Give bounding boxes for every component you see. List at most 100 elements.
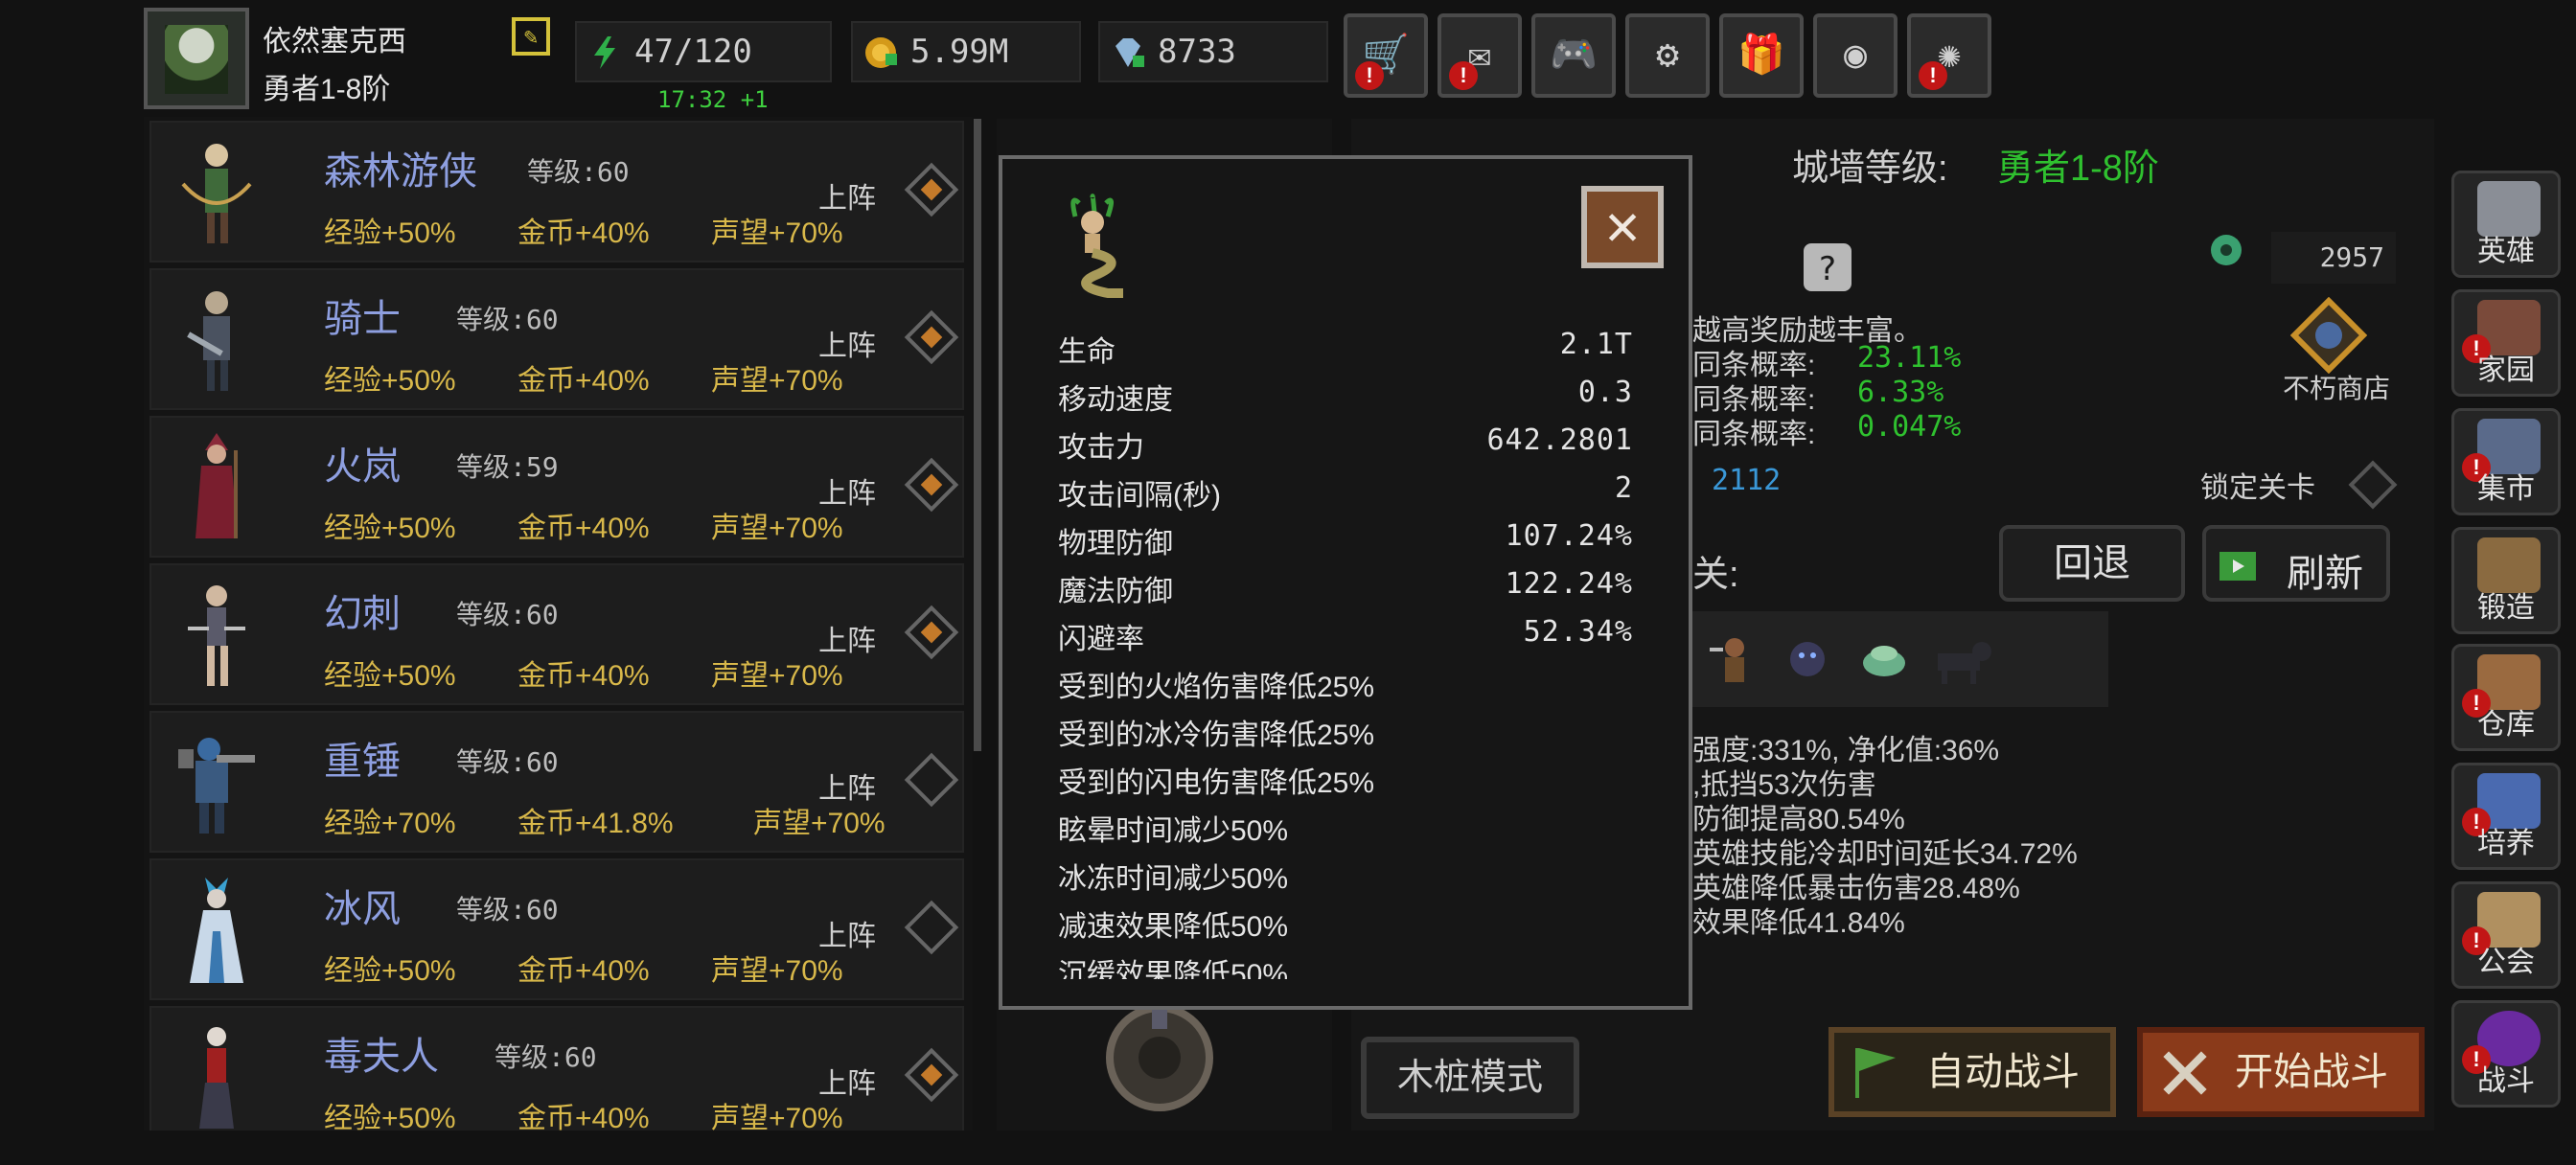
deploy-toggle[interactable] [904, 309, 959, 365]
nav-hero[interactable]: 英雄 [2451, 171, 2561, 278]
alert-badge: ! [1919, 61, 1947, 90]
start-battle-button[interactable]: 开始战斗 [2137, 1027, 2425, 1117]
hero-list-scrollbar[interactable] [974, 119, 981, 751]
monster-token-icon [2211, 235, 2242, 265]
wall-level-label: 城墙等级: [1792, 148, 1948, 189]
deploy-toggle[interactable] [904, 457, 959, 513]
edit-name-icon[interactable]: ✎ [512, 17, 550, 56]
firework-button[interactable]: ✺! [1907, 13, 1991, 98]
gift-icon: 🎁 [1737, 33, 1785, 77]
nav-label: 公会 [2477, 947, 2535, 978]
effect-line: 受到的冰冷伤害降低25% [1058, 720, 1375, 751]
refresh-button[interactable]: 刷新 [2202, 525, 2390, 602]
gift-button[interactable]: 🎁 [1719, 13, 1804, 98]
immortal-shop-icon[interactable] [2290, 297, 2367, 374]
enemy-slime-icon [1863, 646, 1905, 676]
hero-row[interactable]: 冰风 等级:60 经验+50% 金币+40% 声望+70% 上阵 [150, 858, 964, 1000]
stake-mode-button[interactable]: 木桩模式 [1361, 1037, 1579, 1119]
ad-video-icon [2220, 552, 2256, 581]
nav-home[interactable]: ! 家园 [2451, 289, 2561, 397]
hero-row[interactable]: 幻刺 等级:60 经验+50% 金币+40% 声望+70% 上阵 [150, 563, 964, 705]
hero-level: 等级:60 [456, 746, 559, 778]
hero-level: 等级:60 [494, 1041, 597, 1073]
player-avatar[interactable] [144, 8, 249, 109]
nav-label: 培养 [2477, 828, 2535, 859]
shop-cart-button[interactable]: 🛒! [1344, 13, 1428, 98]
shutter-icon: ◉ [1843, 33, 1868, 77]
close-icon[interactable]: ✕ [1581, 186, 1664, 268]
stat-label: 闪避率 [1058, 624, 1144, 655]
hint-icon[interactable]: ? [1802, 241, 1853, 293]
auto-battle-button[interactable]: 自动战斗 [1828, 1027, 2116, 1117]
hero-gold-bonus: 金币+41.8% [518, 808, 674, 839]
nav-battle[interactable]: ! 战斗 [2451, 1000, 2561, 1108]
stat-label: 魔法防御 [1058, 576, 1173, 607]
deploy-toggle[interactable] [904, 752, 959, 808]
immortal-shop-label[interactable]: 不朽商店 [2283, 368, 2390, 406]
ice-wind-sprite-icon [190, 878, 243, 983]
deploy-toggle[interactable] [904, 900, 959, 955]
token-count: 2957 [2271, 232, 2396, 284]
settings-button[interactable]: ⚙ [1625, 13, 1710, 98]
gem-display: 8733 [1098, 21, 1328, 82]
alert-badge: ! [1355, 61, 1384, 90]
nav-label: 战斗 [2477, 1065, 2535, 1097]
deploy-toggle[interactable] [904, 162, 959, 217]
hero-row[interactable]: 火岚 等级:59 经验+50% 金币+40% 声望+70% 上阵 [150, 416, 964, 558]
hero-row[interactable]: 毒夫人 等级:60 经验+50% 金币+40% 声望+70% 上阵 [150, 1006, 964, 1131]
energy-display: 47/120 [575, 21, 832, 82]
stat-label: 移动速度 [1058, 384, 1173, 416]
deploy-toggle[interactable] [904, 1047, 959, 1103]
hero-level: 等级:60 [456, 894, 559, 925]
nav-market[interactable]: ! 集市 [2451, 408, 2561, 515]
hero-exp-bonus: 经验+50% [324, 660, 456, 692]
gold-value: 5.99M [910, 33, 1009, 71]
hero-row[interactable]: 重锤 等级:60 经验+70% 金币+41.8% 声望+70% 上阵 [150, 711, 964, 853]
assassin-sprite-icon [188, 585, 245, 686]
nav-label: 家园 [2477, 354, 2535, 386]
shutter-button[interactable]: ◉ [1813, 13, 1898, 98]
stat-row: 攻击间隔(秒) 2 [1058, 471, 1633, 514]
effect-line: 冰冻时间减少50% [1058, 863, 1289, 895]
enemy-preview [1692, 611, 2108, 707]
formation-slot-icon[interactable] [1092, 1000, 1227, 1115]
back-button[interactable]: 回退 [1999, 525, 2185, 602]
hero-list[interactable]: 森林游侠 等级:60 经验+50% 金币+40% 声望+70% 上阵 骑士 等级… [144, 117, 973, 1131]
hero-name: 冰风 [324, 888, 401, 930]
deploy-label: 上阵 [818, 183, 876, 215]
svg-text:?: ? [1819, 250, 1836, 288]
deploy-label: 上阵 [818, 626, 876, 657]
medusa-monster-icon [1070, 194, 1123, 298]
stat-label: 生命 [1058, 336, 1116, 368]
hero-level: 等级:60 [456, 599, 559, 630]
lock-stage-toggle[interactable] [2348, 460, 2398, 510]
hero-gold-bonus: 金币+40% [518, 1103, 650, 1131]
enemy-wolf-icon [1938, 642, 1991, 684]
nav-label: 英雄 [2477, 236, 2535, 267]
effect-line: 减速效果降低50% [1058, 911, 1289, 943]
hero-row[interactable]: 骑士 等级:60 经验+50% 金币+40% 声望+70% 上阵 [150, 268, 964, 410]
nav-forge[interactable]: 锻造 [2451, 527, 2561, 634]
hero-row[interactable]: 森林游侠 等级:60 经验+50% 金币+40% 声望+70% 上阵 [150, 121, 964, 263]
stat-value: 642.2801 [1486, 423, 1633, 457]
player-rank: 勇者1-8阶 [263, 74, 391, 105]
stat-value: 107.24% [1505, 519, 1633, 553]
stat-value: 2 [1614, 471, 1633, 505]
lock-stage-label: 锁定关卡 [2200, 472, 2315, 504]
nav-guild[interactable]: ! 公会 [2451, 881, 2561, 989]
hero-gold-bonus: 金币+40% [518, 365, 650, 397]
stat-row: 闪避率 52.34% [1058, 615, 1633, 657]
gamepad-button[interactable]: 🎮 [1531, 13, 1616, 98]
mail-button[interactable]: ✉! [1438, 13, 1522, 98]
nav-warehouse[interactable]: ! 仓库 [2451, 644, 2561, 751]
stat-row: 生命 2.1T [1058, 328, 1633, 370]
deploy-toggle[interactable] [904, 605, 959, 660]
hero-gold-bonus: 金币+40% [518, 955, 650, 987]
stat-value: 0.3 [1577, 376, 1633, 409]
effect-line: 受到的火焰伤害降低25% [1058, 672, 1375, 703]
nav-label: 仓库 [2477, 709, 2535, 741]
stat-row: 移动速度 0.3 [1058, 376, 1633, 418]
hero-name: 毒夫人 [324, 1036, 439, 1078]
nav-cultivate[interactable]: ! 培养 [2451, 763, 2561, 870]
hero-gold-bonus: 金币+40% [518, 513, 650, 544]
